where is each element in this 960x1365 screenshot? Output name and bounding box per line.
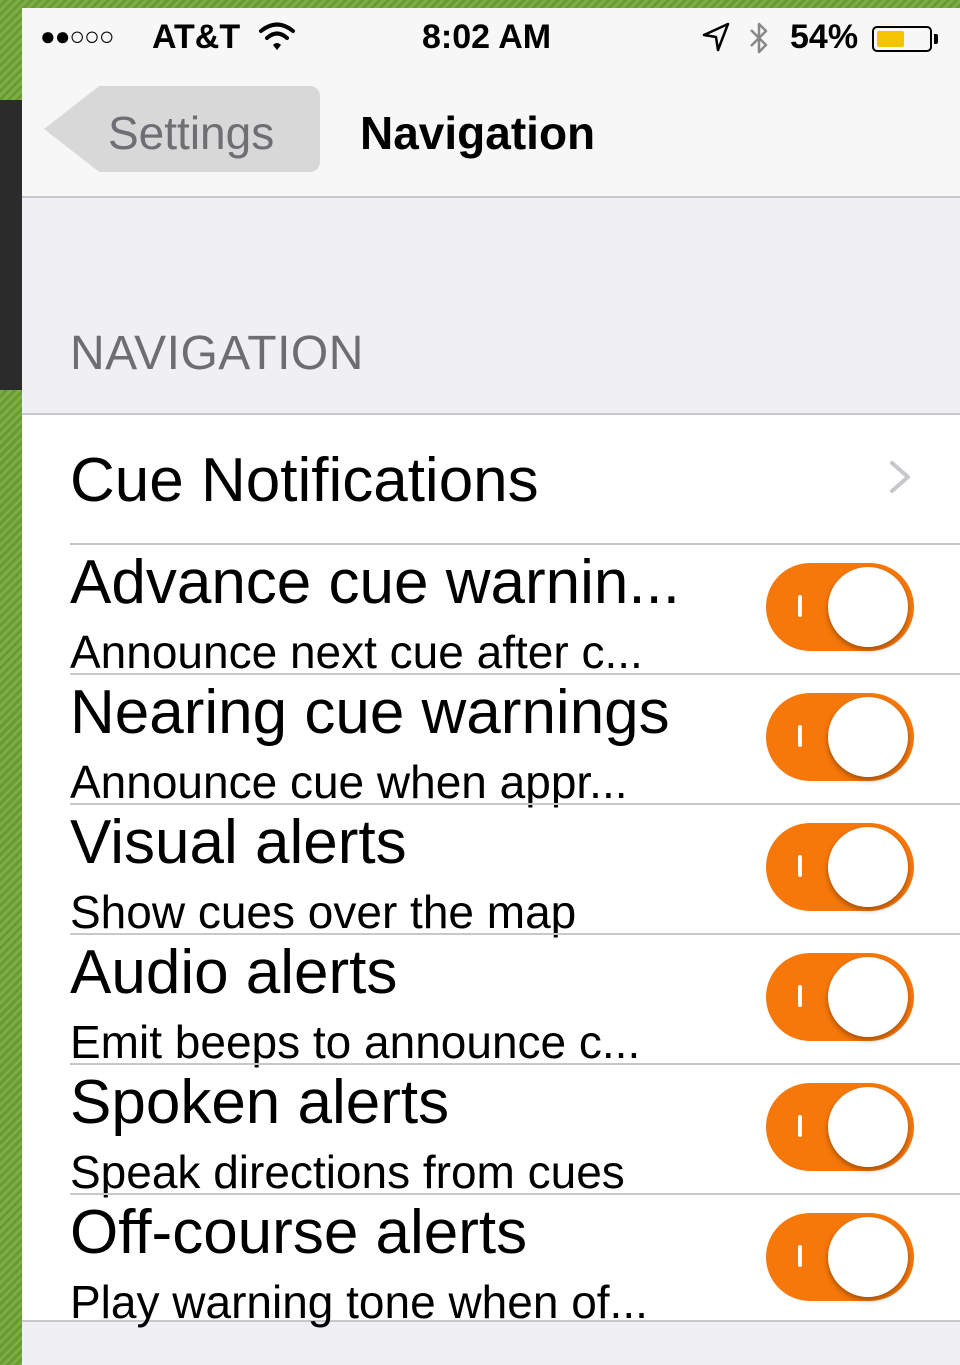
row-subtitle: Show cues over the map: [70, 886, 577, 938]
toggle-knob: [828, 697, 908, 777]
row-title: Audio alerts: [70, 938, 398, 1007]
signal-strength: ●●○○○: [40, 21, 115, 51]
battery-percent: 54%: [790, 18, 859, 56]
bluetooth-icon: [750, 22, 768, 54]
phone-screen: ●●○○○ AT&T 8:02 AM 54% Settings Navigati…: [22, 8, 960, 1365]
row-title: Spoken alerts: [70, 1068, 450, 1137]
row-title: Advance cue warnin...: [70, 548, 681, 617]
row-title: Cue Notifications: [70, 446, 539, 515]
visual-alerts-toggle[interactable]: [766, 823, 914, 911]
off-course-alerts-toggle[interactable]: [766, 1213, 914, 1301]
row-cue-notifications[interactable]: Cue Notifications: [22, 415, 960, 545]
row-spoken-alerts: Spoken alerts Speak directions from cues: [22, 1065, 960, 1198]
audio-alerts-toggle[interactable]: [766, 953, 914, 1041]
toggle-knob: [828, 1087, 908, 1167]
toggle-knob: [828, 1217, 908, 1297]
back-button-label[interactable]: Settings: [108, 106, 274, 160]
status-bar: ●●○○○ AT&T 8:02 AM 54%: [22, 8, 960, 70]
row-off-course-alerts: Off-course alerts Play warning tone when…: [22, 1195, 960, 1328]
battery-tip: [934, 34, 938, 44]
row-audio-alerts: Audio alerts Emit beeps to announce c...: [22, 935, 960, 1068]
toggle-on-indicator: [798, 725, 802, 747]
row-subtitle: Speak directions from cues: [70, 1146, 625, 1198]
section-header: NAVIGATION: [70, 327, 364, 380]
navigation-bar: Settings Navigation: [22, 70, 960, 198]
nearing-cue-warnings-toggle[interactable]: [766, 693, 914, 781]
advance-cue-warning-toggle[interactable]: [766, 563, 914, 651]
toggle-knob: [828, 827, 908, 907]
location-arrow-icon: [702, 22, 730, 52]
carrier-name: AT&T: [152, 18, 241, 56]
row-subtitle: Play warning tone when of...: [70, 1276, 648, 1328]
toggle-on-indicator: [798, 985, 802, 1007]
row-subtitle: Announce next cue after c...: [70, 626, 643, 678]
toggle-on-indicator: [798, 595, 802, 617]
row-title: Nearing cue warnings: [70, 678, 670, 747]
toggle-on-indicator: [798, 1245, 802, 1267]
clock: 8:02 AM: [422, 18, 552, 56]
toggle-on-indicator: [798, 855, 802, 877]
battery-level-fill: [877, 31, 904, 47]
toggle-knob: [828, 567, 908, 647]
row-subtitle: Announce cue when appr...: [70, 756, 628, 808]
settings-list: Cue Notifications Advance cue warnin... …: [22, 413, 960, 1328]
row-subtitle: Emit beeps to announce c...: [70, 1016, 641, 1068]
page-title: Navigation: [360, 107, 596, 159]
row-visual-alerts: Visual alerts Show cues over the map: [22, 805, 960, 938]
spoken-alerts-toggle[interactable]: [766, 1083, 914, 1171]
battery-icon: [872, 26, 932, 52]
wifi-icon: [259, 22, 295, 50]
toggle-on-indicator: [798, 1115, 802, 1137]
row-advance-cue-warning: Advance cue warnin... Announce next cue …: [22, 545, 960, 678]
chevron-right-icon: [890, 461, 910, 493]
row-title: Visual alerts: [70, 808, 407, 877]
row-nearing-cue-warnings: Nearing cue warnings Announce cue when a…: [22, 675, 960, 808]
row-title: Off-course alerts: [70, 1198, 528, 1267]
toggle-knob: [828, 957, 908, 1037]
